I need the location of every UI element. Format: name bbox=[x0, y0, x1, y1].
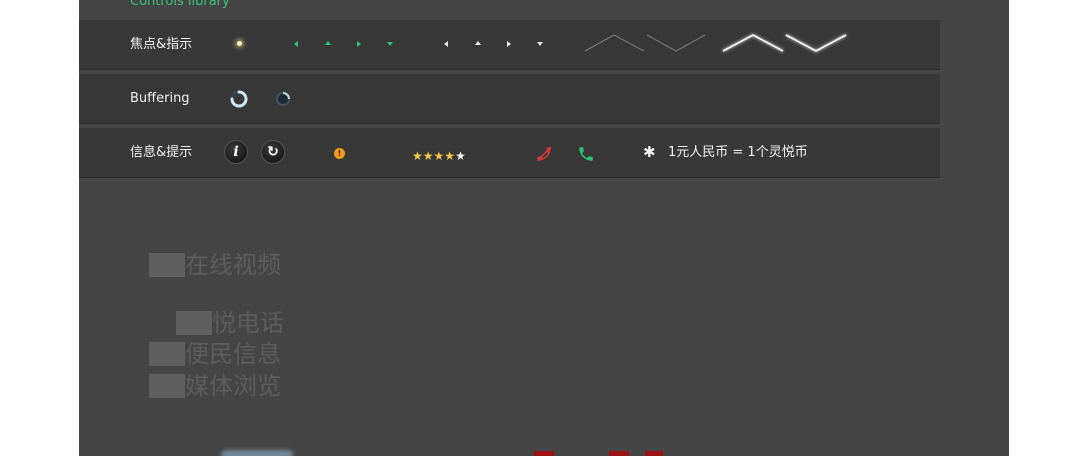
focus-glow-bar bbox=[221, 450, 293, 456]
buffering-row: Buffering bbox=[79, 74, 940, 124]
focus-row-label: 焦点&指示 bbox=[130, 37, 193, 52]
red-marker bbox=[534, 451, 554, 456]
teal-arrow-right-icon[interactable] bbox=[357, 41, 361, 47]
red-marker bbox=[645, 451, 663, 456]
white-arrow-right-icon[interactable] bbox=[507, 41, 511, 47]
answer-phone-icon[interactable] bbox=[577, 145, 595, 163]
menu-item-marker bbox=[149, 374, 185, 398]
chevron-indicator-glow-icon bbox=[722, 34, 847, 52]
info-icon[interactable]: i bbox=[225, 141, 247, 163]
star-filled-icon: ★ bbox=[433, 149, 445, 163]
menu-item-media-browse[interactable]: 媒体浏览 bbox=[185, 373, 281, 399]
white-arrow-left-icon[interactable] bbox=[444, 41, 448, 47]
star-filled-icon: ★ bbox=[412, 149, 423, 163]
library-title: Controls library bbox=[130, 0, 230, 9]
menu-item-online-video[interactable]: 在线视频 bbox=[185, 252, 281, 278]
buffering-spinner-large-icon bbox=[230, 90, 248, 108]
buffering-row-label: Buffering bbox=[130, 91, 190, 106]
refresh-icon[interactable]: ↻ bbox=[262, 141, 284, 163]
asterisk-icon: ✱ bbox=[643, 143, 656, 161]
warning-icon: ! bbox=[334, 148, 345, 159]
menu-item-marker bbox=[176, 311, 212, 335]
white-arrow-up-icon[interactable] bbox=[475, 41, 481, 45]
menu-item-marker bbox=[149, 253, 185, 277]
white-arrow-down-icon[interactable] bbox=[537, 42, 543, 46]
star-filled-icon: ★ bbox=[422, 149, 434, 163]
red-marker bbox=[609, 451, 629, 456]
star-filled-icon: ★ bbox=[444, 149, 456, 163]
menu-item-phone[interactable]: 悦电话 bbox=[212, 310, 284, 336]
chevron-indicator-dim-icon bbox=[584, 34, 706, 52]
buffering-spinner-small-icon bbox=[276, 92, 290, 106]
focus-row: 焦点&指示 bbox=[79, 20, 940, 70]
teal-arrow-down-icon[interactable] bbox=[387, 42, 393, 46]
menu-item-marker bbox=[149, 342, 185, 366]
exchange-rate-text: 1元人民币 = 1个灵悦币 bbox=[668, 145, 808, 160]
info-row: 信息&提示 i ↻ ! ★★★★★ ✱ 1元人民币 = 1个灵悦币 bbox=[79, 128, 940, 178]
focus-dot-icon bbox=[237, 41, 242, 46]
rating-stars: ★★★★★ bbox=[412, 145, 466, 164]
teal-arrow-left-icon[interactable] bbox=[294, 41, 298, 47]
teal-arrow-up-icon[interactable] bbox=[325, 41, 331, 45]
menu-item-convenience-info[interactable]: 便民信息 bbox=[185, 341, 281, 367]
hang-up-phone-icon[interactable] bbox=[535, 145, 553, 163]
star-empty-icon: ★ bbox=[455, 149, 466, 163]
controls-library-canvas: Controls library 焦点&指示 Buffering 信息&提示 i… bbox=[79, 0, 1009, 456]
info-row-label: 信息&提示 bbox=[130, 145, 193, 160]
